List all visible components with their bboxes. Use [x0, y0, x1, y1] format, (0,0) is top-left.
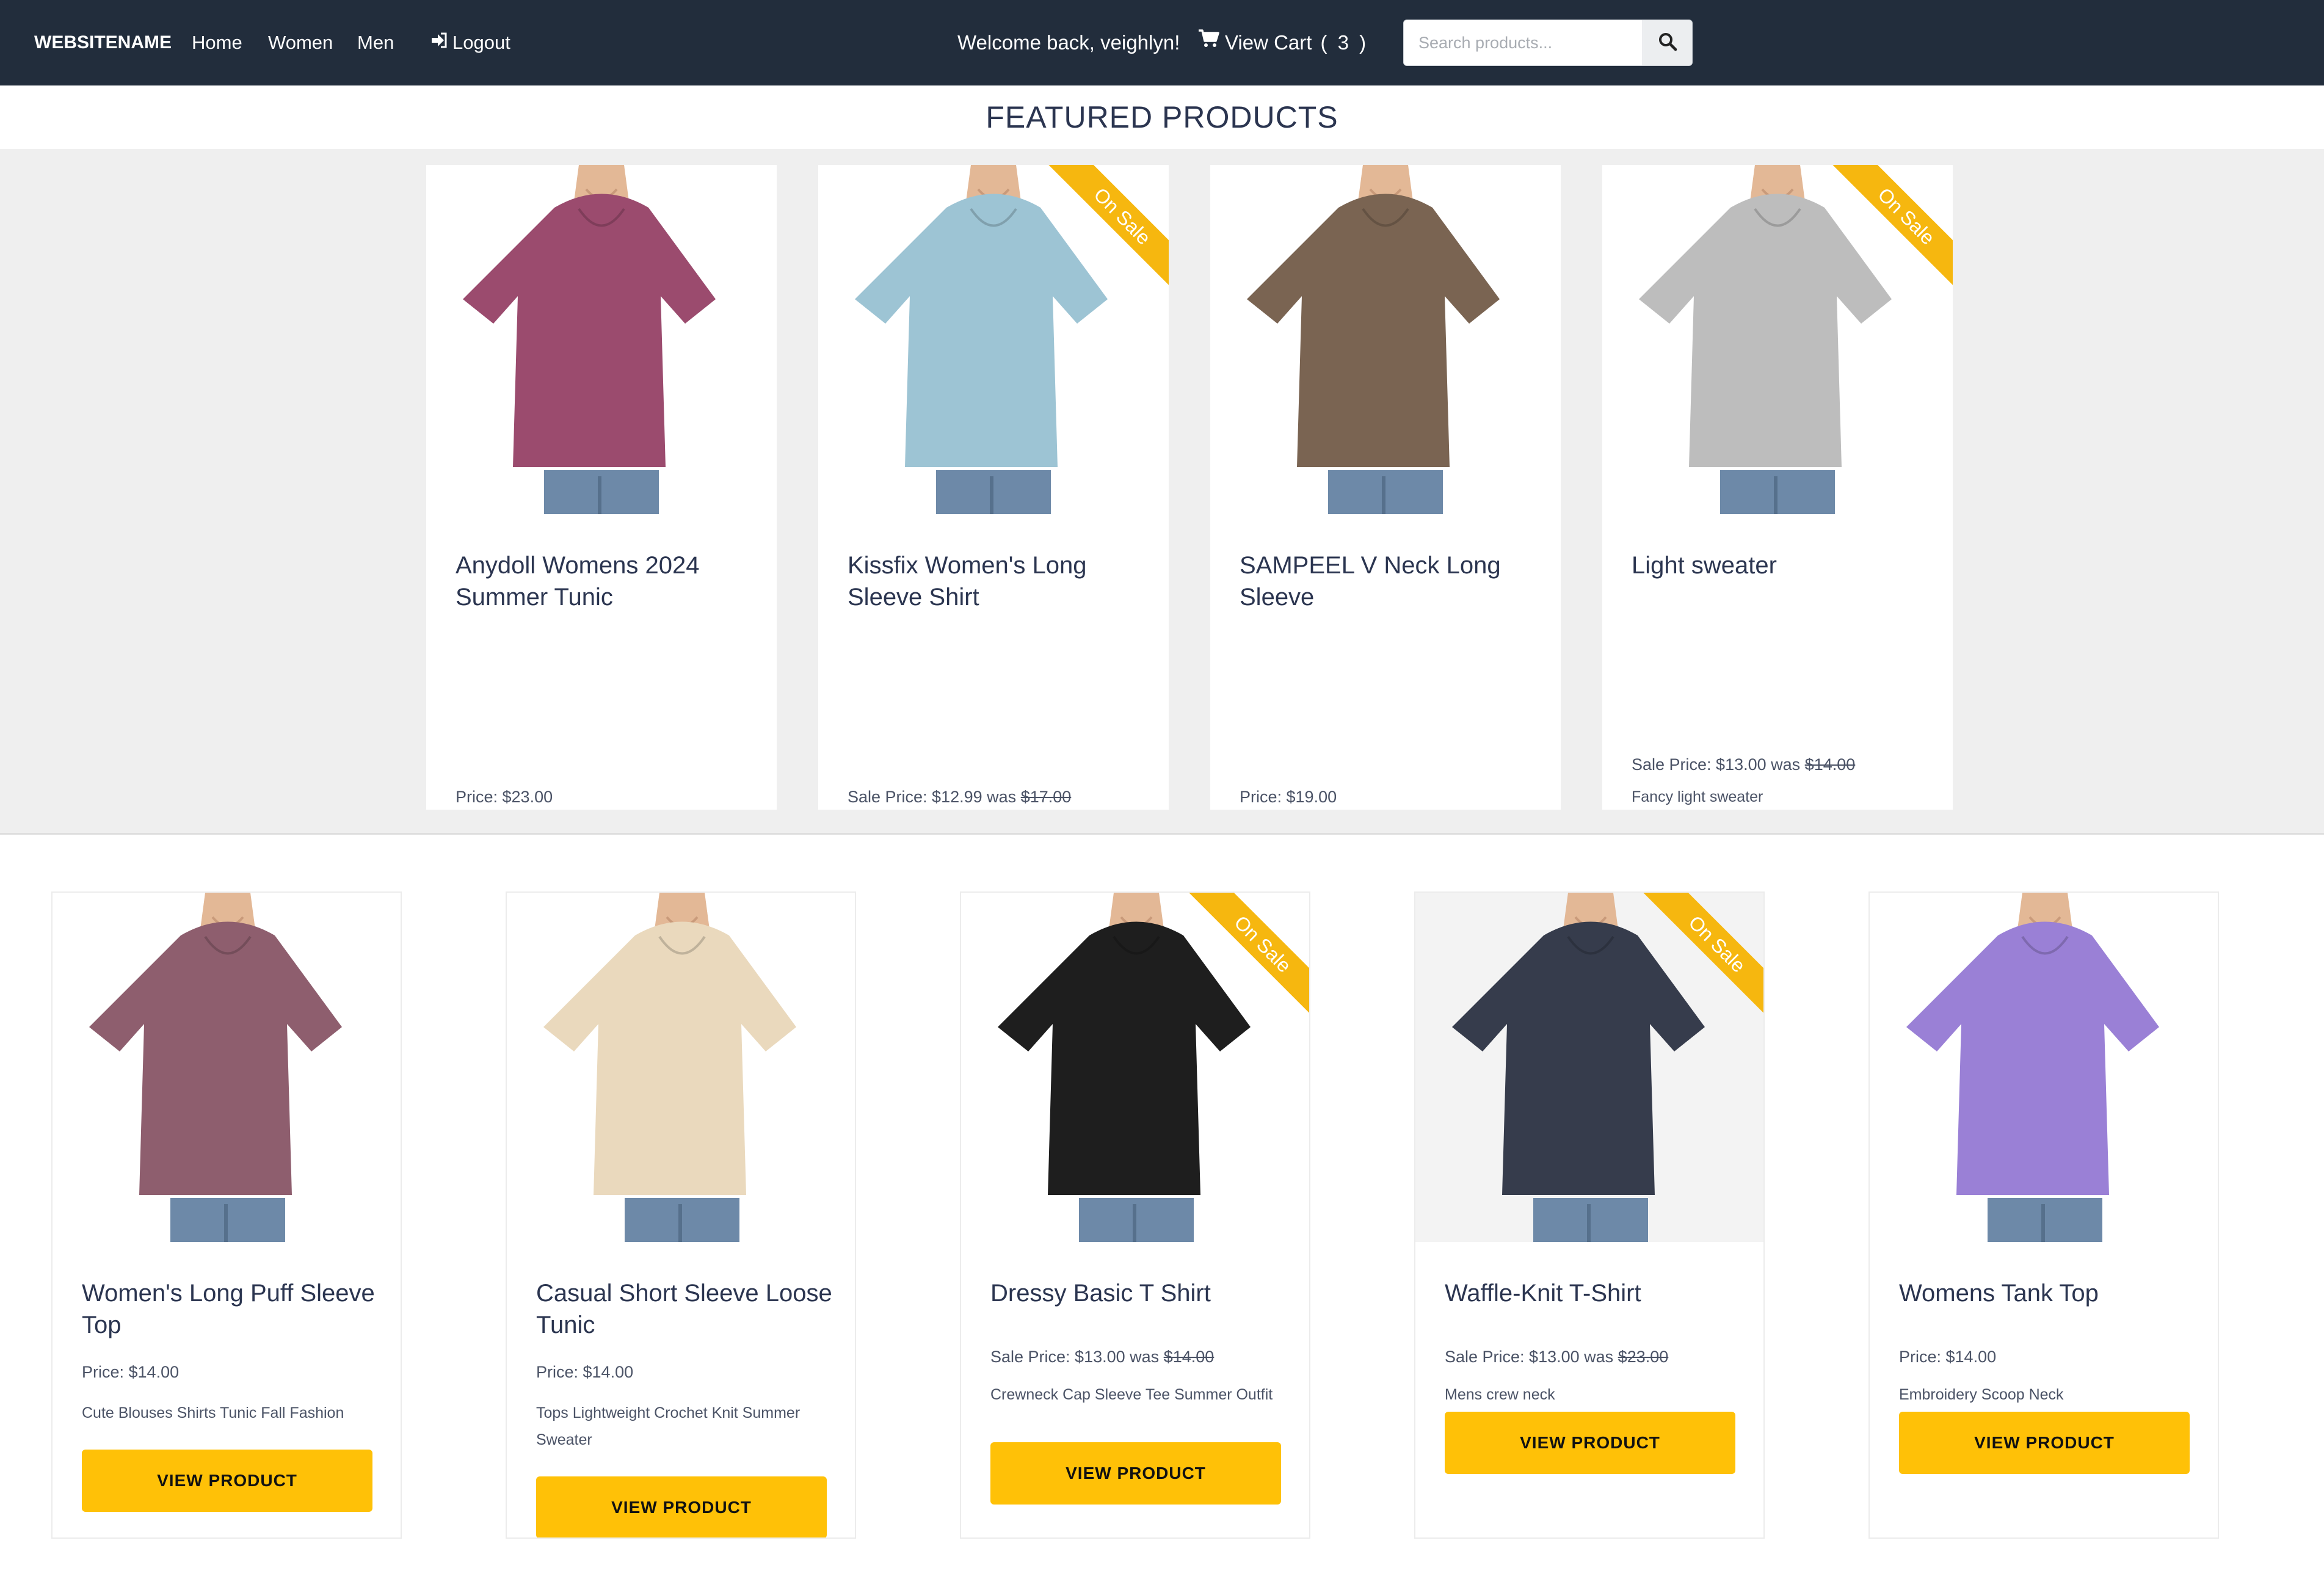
- price-label: Price: $14.00: [536, 1363, 634, 1381]
- price-label: Sale Price: $13.00 was: [1632, 755, 1801, 774]
- shopping-cart-icon: [1198, 0, 1220, 84]
- product-title[interactable]: Dressy Basic T Shirt: [990, 1277, 1290, 1309]
- product-image: [426, 165, 777, 514]
- cart-label: View Cart: [1225, 31, 1312, 54]
- product-price: Price: $23.00: [456, 788, 553, 807]
- view-cart-link[interactable]: View Cart ( 3 ): [1198, 0, 1368, 85]
- search-icon: [1658, 32, 1677, 54]
- product-title[interactable]: Anydoll Womens 2024 Summer Tunic: [456, 550, 755, 613]
- view-product-button[interactable]: VIEW PRODUCT: [82, 1450, 372, 1512]
- price-label: Sale Price: $13.00 was: [990, 1348, 1160, 1366]
- product-card: On Sale Dressy Basic T Shirt Sale Price: $…: [960, 891, 1310, 1539]
- product-description: Tops Lightweight Crochet Knit Summer Swe…: [536, 1404, 801, 1448]
- product-price: Price: $19.00: [1240, 788, 1337, 807]
- top-navbar: WEBSITENAME Home Women Men Logout Welcom…: [0, 0, 2324, 85]
- logout-link[interactable]: Logout: [430, 0, 510, 85]
- welcome-message: Welcome back, veighlyn!: [957, 31, 1180, 54]
- product-image-wrap[interactable]: [1870, 893, 2218, 1242]
- price-label: Price: $14.00: [1899, 1348, 1997, 1366]
- product-card: Womens Tank Top Price: $14.00 Embroidery S…: [1868, 891, 2219, 1539]
- product-card: On Sale Waffle-Knit T-Shirt Sale Price: $1…: [1414, 891, 1765, 1539]
- product-title[interactable]: SAMPEEL V Neck Long Sleeve: [1240, 550, 1539, 613]
- search-bar: [1403, 20, 1693, 66]
- brand-link[interactable]: WEBSITENAME: [34, 0, 172, 85]
- nav-link-men[interactable]: Men: [357, 0, 394, 85]
- product-card: On Sale Light sweater Sale Price: $13.00 w…: [1602, 165, 1953, 810]
- original-price: $17.00: [1020, 788, 1072, 806]
- view-product-button[interactable]: VIEW PRODUCT: [1899, 1412, 2190, 1474]
- product-description: Crewneck Cap Sleeve Tee Summer Outfit: [990, 1386, 1273, 1403]
- price-label: Price: $14.00: [82, 1363, 180, 1381]
- product-image-wrap[interactable]: [507, 893, 855, 1242]
- product-price: Sale Price: $12.99 was $17.00: [848, 788, 1071, 807]
- view-product-button[interactable]: VIEW PRODUCT: [990, 1442, 1281, 1505]
- view-product-button[interactable]: VIEW PRODUCT: [1445, 1412, 1735, 1474]
- product-image-wrap[interactable]: [1210, 165, 1561, 514]
- product-card: SAMPEEL V Neck Long SleevePrice: $19.00L…: [1210, 165, 1561, 810]
- product-title[interactable]: Womens Tank Top: [1899, 1277, 2198, 1309]
- cart-count: ( 3 ): [1320, 31, 1369, 54]
- product-title[interactable]: Casual Short Sleeve Loose Tunic: [536, 1277, 835, 1341]
- price-label: Sale Price: $13.00 was: [1445, 1348, 1614, 1366]
- product-card: Women's Long Puff Sleeve Top Price: $14.0…: [51, 891, 402, 1539]
- product-price: Price: $14.00: [82, 1363, 179, 1382]
- featured-heading: FEATURED PRODUCTS: [986, 100, 1338, 134]
- product-card: Casual Short Sleeve Loose Tunic Price: $1…: [506, 891, 856, 1539]
- original-price: $23.00: [1618, 1348, 1669, 1366]
- product-card: On Sale Kissfix Women's Long Sleeve Shirt…: [818, 165, 1169, 810]
- product-title[interactable]: Light sweater: [1632, 550, 1931, 581]
- product-image-wrap[interactable]: [53, 893, 401, 1242]
- sign-out-icon: [430, 0, 448, 85]
- product-price: Price: $14.00: [536, 1363, 633, 1382]
- original-price: $14.00: [1804, 755, 1856, 774]
- product-price: Sale Price: $13.00 was $14.00: [990, 1348, 1214, 1367]
- search-button[interactable]: [1643, 20, 1693, 66]
- product-image: [507, 893, 855, 1242]
- product-price: Sale Price: $13.00 was $23.00: [1445, 1348, 1668, 1367]
- product-image-wrap[interactable]: [426, 165, 777, 514]
- price-label: Sale Price: $12.99 was: [848, 788, 1017, 806]
- price-label: Price: $23.00: [456, 788, 553, 806]
- search-input[interactable]: [1403, 20, 1643, 66]
- product-card: Anydoll Womens 2024 Summer Tunic Price: $…: [426, 165, 777, 810]
- product-description: Cute Blouses Shirts Tunic Fall Fashion: [82, 1404, 344, 1421]
- product-price: Price: $14.00: [1899, 1348, 1996, 1367]
- product-image: [1210, 165, 1561, 514]
- original-price: $14.00: [1163, 1348, 1215, 1366]
- product-image: [1870, 893, 2218, 1242]
- product-description: Fancy light sweater: [1632, 788, 1763, 805]
- nav-link-women[interactable]: Women: [268, 0, 333, 85]
- product-image: [53, 893, 401, 1242]
- product-price: Sale Price: $13.00 was $14.00: [1632, 755, 1855, 774]
- product-description: Embroidery Scoop Neck: [1899, 1386, 2064, 1403]
- nav-link-home[interactable]: Home: [192, 0, 242, 85]
- price-label: Price: $19.00: [1240, 788, 1337, 806]
- product-title[interactable]: Waffle-Knit T-Shirt: [1445, 1277, 1744, 1309]
- view-product-button[interactable]: VIEW PRODUCT: [536, 1476, 827, 1537]
- product-title[interactable]: Kissfix Women's Long Sleeve Shirt: [848, 550, 1147, 613]
- logout-label: Logout: [452, 32, 510, 53]
- product-description: Mens crew neck: [1445, 1386, 1555, 1403]
- product-title[interactable]: Women's Long Puff Sleeve Top: [82, 1277, 381, 1341]
